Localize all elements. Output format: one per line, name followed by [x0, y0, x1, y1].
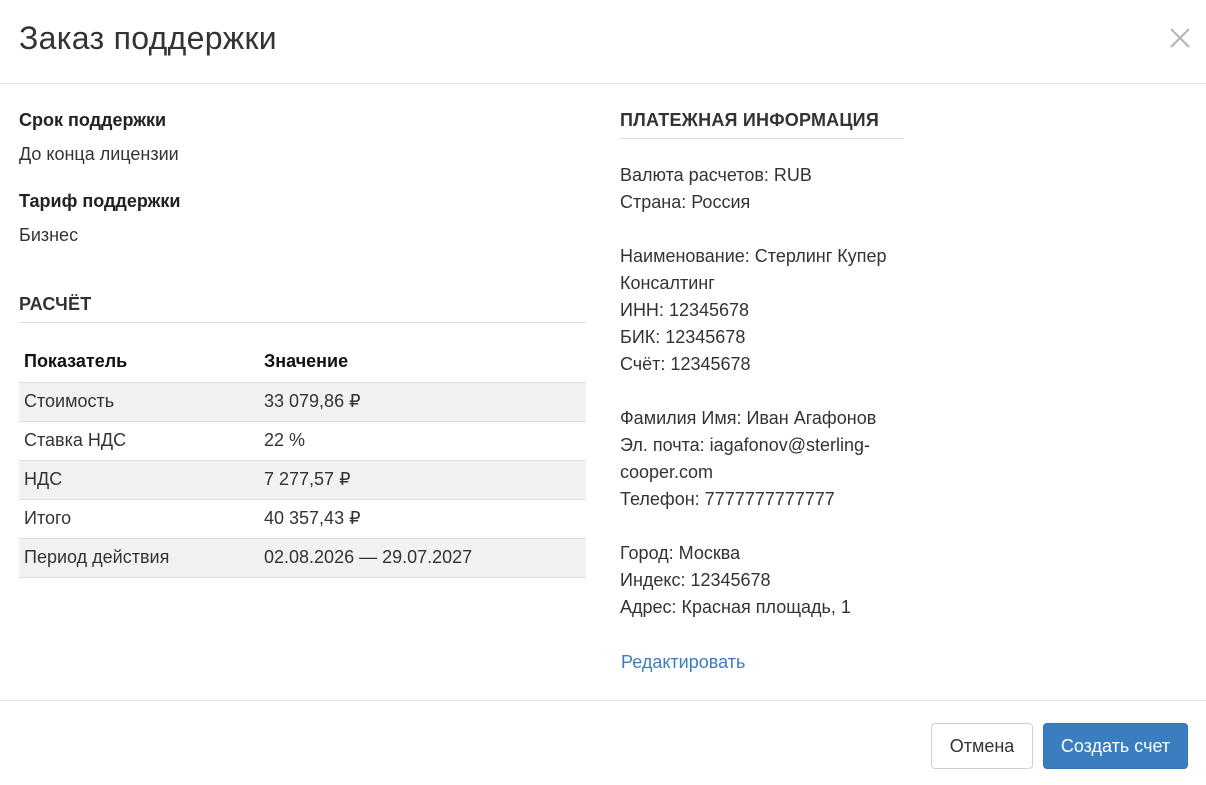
table-cell-value: 7 277,57 ₽: [259, 460, 586, 500]
edit-payment-link[interactable]: Редактировать: [621, 652, 745, 673]
address-line: Адрес: Красная площадь, 1: [620, 597, 851, 617]
inn-line: ИНН: 12345678: [620, 300, 750, 320]
table-header-value: Значение: [259, 342, 586, 383]
table-cell-indicator: Стоимость: [19, 382, 259, 422]
calc-section-title: РАСЧЁТ: [19, 294, 92, 314]
support-tariff-label: Тариф поддержки: [19, 191, 181, 211]
table-row: Ставка НДС 22 %: [19, 421, 586, 461]
table-cell-indicator: НДС: [19, 460, 259, 500]
city-line: Город: Москва: [620, 543, 741, 563]
support-term-value: До конца лицензии: [19, 144, 179, 164]
table-row: Итого 40 357,43 ₽: [19, 499, 586, 539]
table-cell-value: 02.08.2026 — 29.07.2027: [259, 538, 586, 578]
email-line-cont: cooper.com: [620, 462, 714, 482]
table-cell-value: 40 357,43 ₽: [259, 499, 586, 539]
bik-line: БИК: 12345678: [620, 327, 746, 347]
close-button[interactable]: [1166, 24, 1194, 52]
contact-name-line: Фамилия Имя: Иван Агафонов: [620, 408, 877, 428]
modal-title: Заказ поддержки: [19, 20, 277, 56]
email-line: Эл. почта: iagafonov@sterling-: [620, 435, 870, 455]
support-tariff-value: Бизнес: [19, 225, 79, 245]
table-row: Период действия 02.08.2026 — 29.07.2027: [19, 538, 586, 578]
modal-footer: Отмена Создать счет: [0, 700, 1206, 785]
table-cell-indicator: Итого: [19, 499, 259, 539]
table-header-row: Показатель Значение: [19, 342, 586, 383]
currency-line: Валюта расчетов: RUB: [620, 165, 812, 185]
cancel-button[interactable]: Отмена: [931, 723, 1033, 769]
phone-line: Телефон: 7777777777777: [620, 489, 835, 509]
postcode-line: Индекс: 12345678: [620, 570, 771, 590]
close-icon: [1170, 28, 1190, 48]
country-line: Страна: Россия: [620, 192, 751, 212]
calc-table: Показатель Значение Стоимость 33 079,86 …: [19, 342, 586, 578]
support-term-label: Срок поддержки: [19, 110, 167, 130]
payment-section-divider: [620, 138, 904, 139]
table-header-indicator: Показатель: [19, 342, 259, 383]
table-cell-indicator: Ставка НДС: [19, 421, 259, 461]
modal-header: Заказ поддержки: [0, 0, 1206, 84]
payment-section-title: ПЛАТЕЖНАЯ ИНФОРМАЦИЯ: [620, 110, 879, 130]
table-cell-value: 22 %: [259, 421, 586, 461]
calc-section-divider: [19, 322, 586, 323]
create-invoice-button[interactable]: Создать счет: [1043, 723, 1188, 769]
account-line: Счёт: 12345678: [620, 354, 751, 374]
table-row: НДС 7 277,57 ₽: [19, 460, 586, 500]
table-cell-indicator: Период действия: [19, 538, 259, 578]
table-row: Стоимость 33 079,86 ₽: [19, 382, 586, 422]
company-name-line-cont: Консалтинг: [620, 273, 715, 293]
table-cell-value: 33 079,86 ₽: [259, 382, 586, 422]
company-name-line: Наименование: Стерлинг Купер: [620, 246, 887, 266]
